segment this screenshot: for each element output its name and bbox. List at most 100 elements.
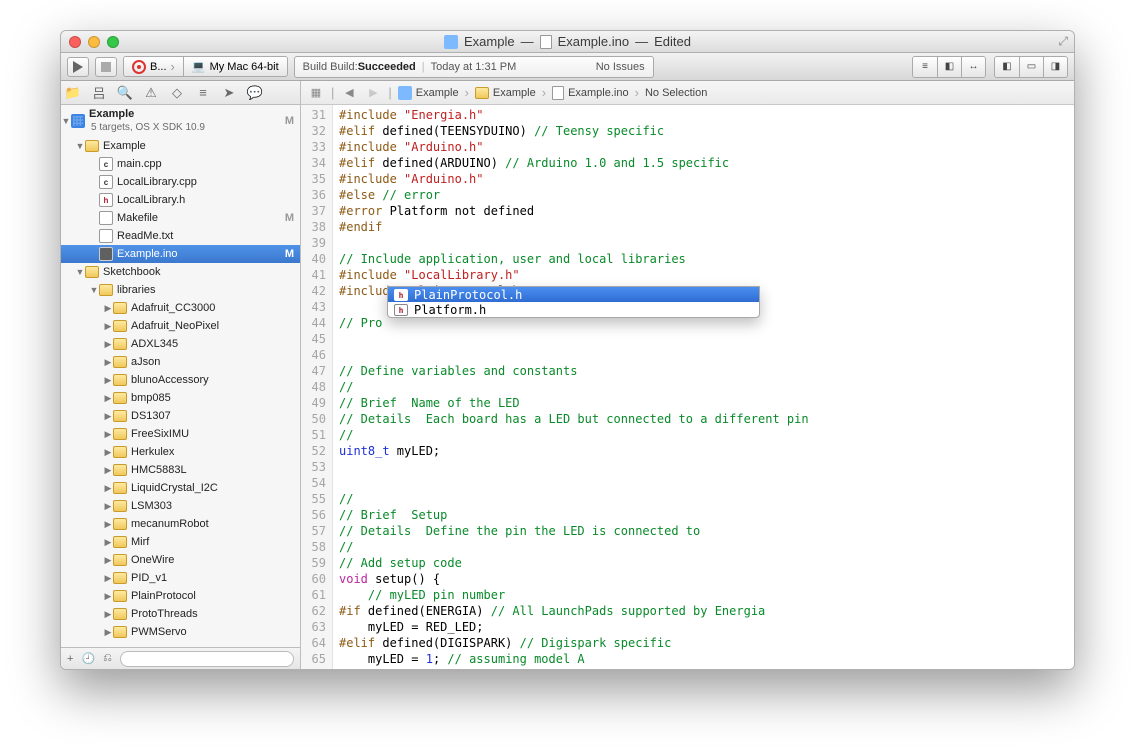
log-nav-tab[interactable]: 💬 — [247, 85, 263, 101]
folder-row[interactable]: ▶blunoAccessory — [61, 371, 300, 389]
back-button[interactable]: ◀ — [340, 84, 358, 102]
line-gutter: 3132333435363738394041424344454647484950… — [301, 105, 333, 669]
disclosure-icon[interactable]: ▶ — [103, 375, 113, 386]
autocomplete-item[interactable]: hPlatform.h — [388, 302, 759, 317]
disclosure-icon[interactable]: ▶ — [103, 393, 113, 404]
disclosure-icon[interactable]: ▶ — [103, 465, 113, 476]
chevron-right-icon: › — [171, 59, 175, 74]
search-nav-tab[interactable]: 🔍 — [117, 85, 133, 101]
folder-row[interactable]: ▶Mirf — [61, 533, 300, 551]
code-editor[interactable]: 3132333435363738394041424344454647484950… — [301, 105, 1074, 669]
window-controls — [61, 36, 119, 48]
disclosure-icon[interactable]: ▶ — [103, 321, 113, 332]
forward-button[interactable]: ▶ — [364, 84, 382, 102]
file-type-icon: h — [99, 193, 113, 207]
disclosure-icon[interactable]: ▶ — [103, 357, 113, 368]
project-root[interactable]: ▼ Example 5 targets, OS X SDK 10.9 M — [61, 105, 300, 137]
folder-row[interactable]: ▶PWMServo — [61, 623, 300, 641]
left-panel-toggle[interactable]: ◧ — [995, 57, 1019, 77]
disclosure-icon[interactable]: ▼ — [89, 285, 99, 295]
crumb-selection[interactable]: No Selection — [645, 87, 707, 99]
disclosure-icon[interactable]: ▶ — [103, 537, 113, 548]
toolbar: B...› 💻My Mac 64-bit Build Build: Succee… — [61, 53, 1074, 81]
assistant-editor-button[interactable]: ◧ — [937, 57, 961, 77]
folder-row[interactable]: ▶mecanumRobot — [61, 515, 300, 533]
folder-row[interactable]: ▼Example — [61, 137, 300, 155]
code-source[interactable]: #include "Energia.h" #elif defined(TEENS… — [333, 105, 1074, 669]
disclosure-icon[interactable]: ▶ — [103, 519, 113, 530]
autocomplete-item[interactable]: hPlainProtocol.h — [388, 287, 759, 302]
folder-row[interactable]: ▶LSM303 — [61, 497, 300, 515]
crumb-group[interactable]: Example — [475, 87, 536, 99]
autocomplete-popup[interactable]: hPlainProtocol.hhPlatform.h — [387, 286, 760, 318]
disclosure-icon[interactable]: ▶ — [103, 303, 113, 314]
folder-row[interactable]: ▶Adafruit_NeoPixel — [61, 317, 300, 335]
disclosure-icon[interactable]: ▶ — [103, 447, 113, 458]
file-row-selected[interactable]: Example.inoM — [61, 245, 300, 263]
disclosure-icon[interactable]: ▶ — [103, 483, 113, 494]
minimize-window-button[interactable] — [88, 36, 100, 48]
folder-row[interactable]: ▶LiquidCrystal_I2C — [61, 479, 300, 497]
version-editor-button[interactable]: ↔ — [961, 57, 985, 77]
file-row[interactable]: cLocalLibrary.cpp — [61, 173, 300, 191]
disclosure-icon[interactable]: ▼ — [61, 116, 71, 126]
breakpoint-nav-tab[interactable]: ➤ — [221, 85, 237, 101]
folder-row[interactable]: ▶Herkulex — [61, 443, 300, 461]
filter-field[interactable] — [120, 651, 294, 667]
debug-nav-tab[interactable]: ≡ — [195, 85, 211, 101]
folder-row[interactable]: ▶bmp085 — [61, 389, 300, 407]
folder-row[interactable]: ▶OneWire — [61, 551, 300, 569]
add-button[interactable]: + — [67, 653, 73, 665]
folder-icon — [113, 482, 127, 494]
folder-row[interactable]: ▶PID_v1 — [61, 569, 300, 587]
standard-editor-button[interactable]: ≡ — [913, 57, 937, 77]
issue-nav-tab[interactable]: ⚠ — [143, 85, 159, 101]
folder-row[interactable]: ▶ProtoThreads — [61, 605, 300, 623]
project-nav-tab[interactable]: 📁 — [65, 85, 81, 101]
folder-icon — [113, 464, 127, 476]
file-row[interactable]: ReadMe.txt — [61, 227, 300, 245]
folder-row[interactable]: ▶ADXL345 — [61, 335, 300, 353]
disclosure-icon[interactable]: ▶ — [103, 573, 113, 584]
crumb-file[interactable]: Example.ino — [552, 86, 629, 100]
crumb-project[interactable]: Example — [398, 86, 459, 100]
file-row[interactable]: MakefileM — [61, 209, 300, 227]
close-window-button[interactable] — [69, 36, 81, 48]
run-button[interactable] — [67, 57, 89, 77]
folder-row[interactable]: ▶aJson — [61, 353, 300, 371]
disclosure-icon[interactable]: ▶ — [103, 627, 113, 638]
xcode-window: Example — Example.ino — Edited ⤢ B...› 💻… — [60, 30, 1075, 670]
folder-row[interactable]: ▶HMC5883L — [61, 461, 300, 479]
file-row[interactable]: cmain.cpp — [61, 155, 300, 173]
nav-footer: + 🕘 ⎌ — [61, 647, 300, 669]
folder-row[interactable]: ▶DS1307 — [61, 407, 300, 425]
file-row[interactable]: hLocalLibrary.h — [61, 191, 300, 209]
stop-button[interactable] — [95, 57, 117, 77]
disclosure-icon[interactable]: ▶ — [103, 555, 113, 566]
disclosure-icon[interactable]: ▼ — [75, 141, 85, 151]
folder-row[interactable]: ▶PlainProtocol — [61, 587, 300, 605]
scm-filter-button[interactable]: ⎌ — [103, 652, 112, 665]
folder-row[interactable]: ▶Adafruit_CC3000 — [61, 299, 300, 317]
zoom-window-button[interactable] — [107, 36, 119, 48]
disclosure-icon[interactable]: ▶ — [103, 411, 113, 422]
folder-row[interactable]: ▼Sketchbook — [61, 263, 300, 281]
item-label: FreeSixIMU — [131, 428, 189, 440]
disclosure-icon[interactable]: ▶ — [103, 501, 113, 512]
disclosure-icon[interactable]: ▼ — [75, 267, 85, 277]
recent-button[interactable]: 🕘 — [81, 652, 95, 665]
symbol-nav-tab[interactable]: 吕 — [91, 85, 107, 101]
disclosure-icon[interactable]: ▶ — [103, 609, 113, 620]
disclosure-icon[interactable]: ▶ — [103, 591, 113, 602]
activity-status[interactable]: Build Build: Succeeded | Today at 1:31 P… — [294, 56, 654, 78]
folder-row[interactable]: ▶ FreeSixIMU — [61, 425, 300, 443]
folder-row[interactable]: ▼libraries — [61, 281, 300, 299]
bottom-panel-toggle[interactable]: ▭ — [1019, 57, 1043, 77]
test-nav-tab[interactable]: ◇ — [169, 85, 185, 101]
scheme-selector[interactable]: B...› 💻My Mac 64-bit — [123, 56, 288, 77]
right-panel-toggle[interactable]: ◨ — [1043, 57, 1067, 77]
disclosure-icon[interactable]: ▶ — [103, 429, 113, 440]
fullscreen-icon[interactable]: ⤢ — [1058, 34, 1068, 49]
disclosure-icon[interactable]: ▶ — [103, 339, 113, 350]
related-items-button[interactable]: ▦ — [307, 84, 325, 102]
